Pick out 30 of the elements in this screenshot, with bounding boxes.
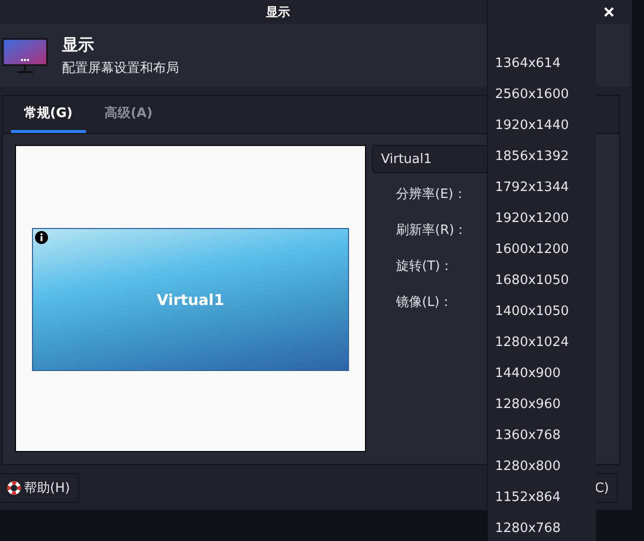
dropdown-item[interactable]: 1152x864	[488, 482, 596, 513]
dropdown-item[interactable]: 1280x768	[488, 513, 596, 541]
dropdown-item[interactable]: 1920x1200	[488, 203, 596, 234]
dropdown-item[interactable]: 1400x1050	[488, 296, 596, 327]
dropdown-item[interactable]: 1280x800	[488, 451, 596, 482]
lifebuoy-icon	[7, 481, 21, 495]
dropdown-item[interactable]: 1360x768	[488, 420, 596, 451]
dropdown-item[interactable]: 1280x1024	[488, 327, 596, 358]
dropdown-item[interactable]: 1364x614	[488, 48, 596, 79]
dropdown-item[interactable]: 2560x1600	[488, 79, 596, 110]
setting-label: 刷新率(R)：	[396, 222, 468, 240]
dropdown-item[interactable]: 1680x1050	[488, 265, 596, 296]
dropdown-item[interactable]: 1792x1344	[488, 172, 596, 203]
header-subtitle: 配置屏幕设置和布局	[62, 60, 179, 76]
help-button[interactable]: 帮助(H)	[0, 473, 79, 503]
close-icon[interactable]	[604, 7, 614, 17]
dropdown-item[interactable]: 1280x960	[488, 389, 596, 420]
screen-label: Virtual1	[156, 290, 224, 308]
dropdown-item[interactable]: 1440x900	[488, 358, 596, 389]
setting-label: 分辨率(E)：	[396, 186, 466, 204]
info-icon[interactable]	[35, 231, 48, 244]
dropdown-item[interactable]: 1920x1440	[488, 110, 596, 141]
monitor-icon	[2, 38, 48, 74]
setting-label: 镜像(L)：	[396, 294, 452, 312]
window-title: 显示	[265, 4, 291, 20]
dropdown-item[interactable]: 1600x1200	[488, 234, 596, 265]
tab[interactable]: 常规(G)	[11, 96, 86, 133]
tab[interactable]: 高级(A)	[92, 96, 166, 133]
header-title: 显示	[62, 34, 95, 56]
setting-label: 旋转(T)：	[396, 258, 454, 276]
